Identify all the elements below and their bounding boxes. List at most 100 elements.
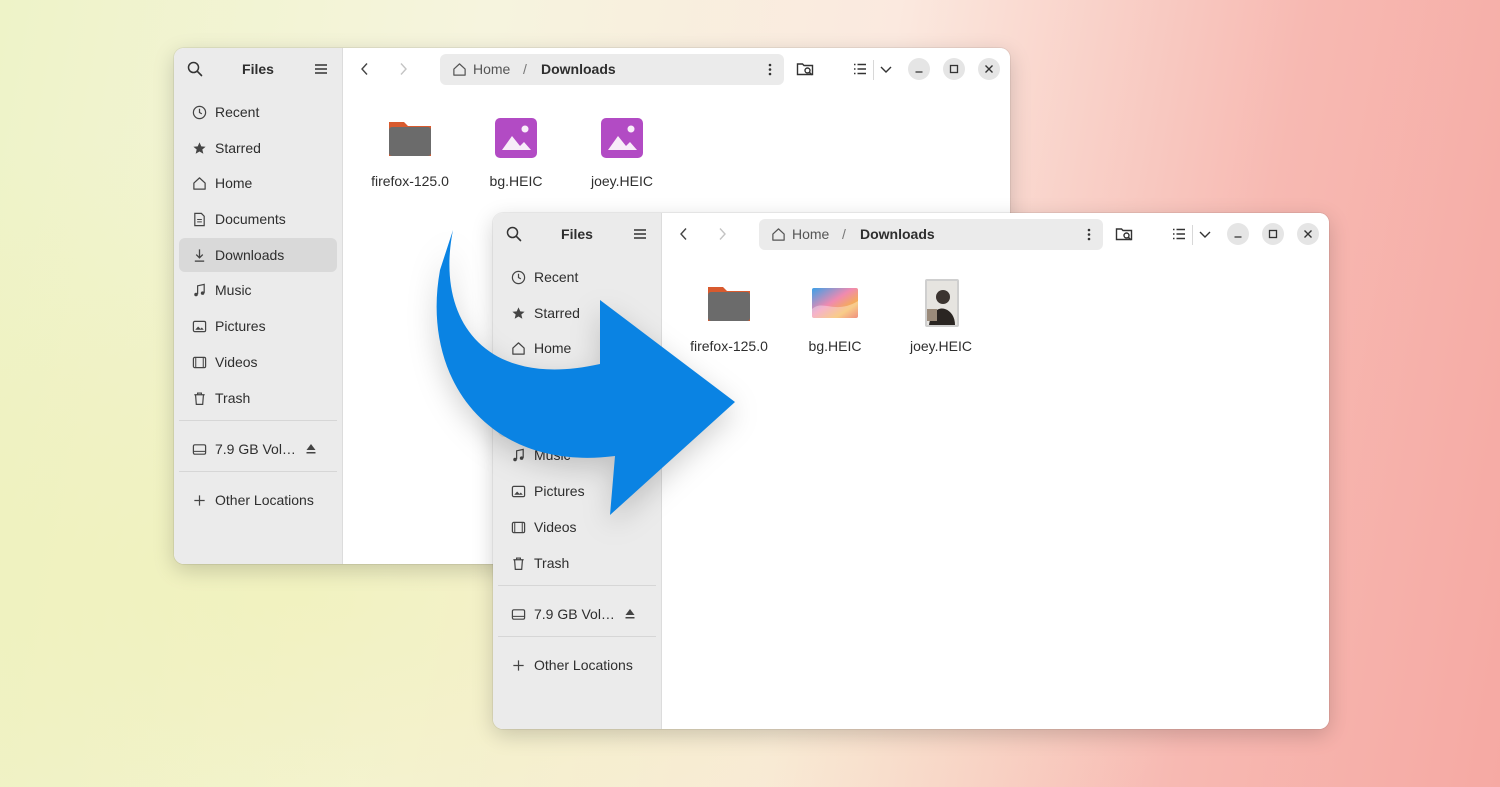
search-folder-icon[interactable] xyxy=(1115,225,1133,243)
forward-icon[interactable] xyxy=(395,61,411,77)
sidebar-item-other-locations[interactable]: Other Locations xyxy=(179,483,337,517)
more-options-icon[interactable] xyxy=(1087,227,1091,242)
folder-icon xyxy=(708,287,750,321)
sidebar-item-starred[interactable]: Starred xyxy=(498,296,656,330)
file-item[interactable]: bg.HEIC xyxy=(463,114,569,189)
minimize-button[interactable] xyxy=(1227,223,1249,245)
image-thumbnail xyxy=(812,288,858,318)
folder-icon xyxy=(389,122,431,156)
picture-icon xyxy=(511,485,526,498)
hamburger-menu-icon[interactable] xyxy=(633,227,647,241)
clock-icon xyxy=(511,270,526,285)
sidebar-item-home[interactable]: Home xyxy=(498,331,656,365)
maximize-button[interactable] xyxy=(1262,223,1284,245)
sidebar-item-music[interactable]: Music xyxy=(179,273,337,307)
sidebar-item-downloads[interactable]: Downloads xyxy=(498,402,656,437)
drive-icon xyxy=(511,608,526,620)
sidebar-item-label: Home xyxy=(215,175,253,192)
sidebar-item-label: Trash xyxy=(215,389,251,406)
document-icon xyxy=(513,377,524,392)
sidebar-item-label: 7.9 GB Vol… xyxy=(215,440,296,457)
breadcrumb-separator: / xyxy=(842,226,846,242)
breadcrumb-separator: / xyxy=(523,61,527,77)
breadcrumb-current[interactable]: Downloads xyxy=(541,61,616,77)
sidebar-item-label: Pictures xyxy=(215,318,266,335)
sidebar-item-home[interactable]: Home xyxy=(179,166,337,200)
trash-icon xyxy=(194,391,205,405)
sidebar-item-trash[interactable]: Trash xyxy=(498,546,656,580)
sidebar-item-label: Recent xyxy=(534,269,579,285)
trash-icon xyxy=(513,556,524,570)
search-folder-icon[interactable] xyxy=(796,60,814,78)
home-icon xyxy=(193,177,206,191)
maximize-button[interactable] xyxy=(943,58,965,80)
sidebar: Files Recent Starred Home Documents Down… xyxy=(174,48,343,564)
file-item[interactable]: firefox-125.0 xyxy=(357,114,463,189)
file-item[interactable]: firefox-125.0 xyxy=(676,279,782,354)
minimize-button[interactable] xyxy=(908,58,930,80)
more-options-icon[interactable] xyxy=(768,62,772,77)
file-name: bg.HEIC xyxy=(489,173,543,189)
sidebar-item-label: Downloads xyxy=(534,411,604,428)
close-button[interactable] xyxy=(978,58,1000,80)
sidebar-item-documents[interactable]: Documents xyxy=(179,202,337,236)
path-bar[interactable]: Home / Downloads xyxy=(440,54,784,85)
drive-icon xyxy=(192,443,207,455)
sidebar-item-videos[interactable]: Videos xyxy=(179,345,337,379)
video-icon xyxy=(511,521,526,534)
sidebar-item-other-locations[interactable]: Other Locations xyxy=(498,648,656,682)
sidebar-item-recent[interactable]: Recent xyxy=(498,260,656,294)
header-bar: Home / Downloads xyxy=(662,213,1329,255)
minimize-icon xyxy=(1234,236,1242,238)
sidebar-header: Files xyxy=(493,213,661,255)
view-list-icon[interactable] xyxy=(1170,225,1188,243)
eject-icon[interactable] xyxy=(624,607,636,620)
file-item[interactable]: joey.HEIC xyxy=(888,279,994,354)
photo-thumbnail xyxy=(925,279,959,327)
download-icon xyxy=(513,414,524,427)
sidebar-item-label: Other Locations xyxy=(215,491,314,508)
sidebar-item-pictures[interactable]: Pictures xyxy=(179,309,337,343)
file-item[interactable]: bg.HEIC xyxy=(782,279,888,354)
sidebar-item-label: Downloads xyxy=(215,246,285,263)
path-bar[interactable]: Home / Downloads xyxy=(759,219,1103,250)
breadcrumb-current[interactable]: Downloads xyxy=(860,226,935,242)
home-icon xyxy=(512,342,525,356)
sidebar-item-starred[interactable]: Starred xyxy=(179,131,337,165)
sidebar-item-music[interactable]: Music xyxy=(498,438,656,472)
clock-icon xyxy=(192,105,207,120)
image-file-icon xyxy=(601,118,643,158)
sidebar-item-trash[interactable]: Trash xyxy=(179,381,337,415)
chevron-down-icon[interactable] xyxy=(1196,225,1214,243)
sidebar-item-volume[interactable]: 7.9 GB Vol… xyxy=(179,432,337,466)
image-file-icon xyxy=(495,118,537,158)
file-item[interactable]: joey.HEIC xyxy=(569,114,675,189)
close-button[interactable] xyxy=(1297,223,1319,245)
download-icon xyxy=(194,249,205,262)
back-icon[interactable] xyxy=(357,61,373,77)
sidebar-item-downloads[interactable]: Downloads xyxy=(179,237,337,272)
breadcrumb-home[interactable]: Home xyxy=(792,226,829,242)
sidebar-divider xyxy=(498,584,656,586)
maximize-icon xyxy=(1268,229,1278,239)
sidebar-item-label: Home xyxy=(534,340,572,357)
sidebar-item-videos[interactable]: Videos xyxy=(498,510,656,544)
home-icon xyxy=(453,63,466,76)
forward-icon[interactable] xyxy=(714,226,730,242)
breadcrumb-home[interactable]: Home xyxy=(473,61,510,77)
eject-icon[interactable] xyxy=(305,442,317,455)
music-icon xyxy=(513,449,524,462)
sidebar-item-recent[interactable]: Recent xyxy=(179,95,337,129)
view-list-icon[interactable] xyxy=(851,60,869,78)
maximize-icon xyxy=(949,64,959,74)
sidebar-item-documents[interactable]: Documents xyxy=(498,367,656,401)
back-icon[interactable] xyxy=(676,226,692,242)
sidebar-item-label: Other Locations xyxy=(534,656,633,673)
sidebar-item-pictures[interactable]: Pictures xyxy=(498,474,656,508)
sidebar-item-label: Pictures xyxy=(534,483,585,500)
sidebar-item-label: Music xyxy=(215,282,252,299)
chevron-down-icon[interactable] xyxy=(877,60,895,78)
music-icon xyxy=(194,284,205,297)
hamburger-menu-icon[interactable] xyxy=(314,62,328,76)
sidebar-item-volume[interactable]: 7.9 GB Vol… xyxy=(498,597,656,631)
